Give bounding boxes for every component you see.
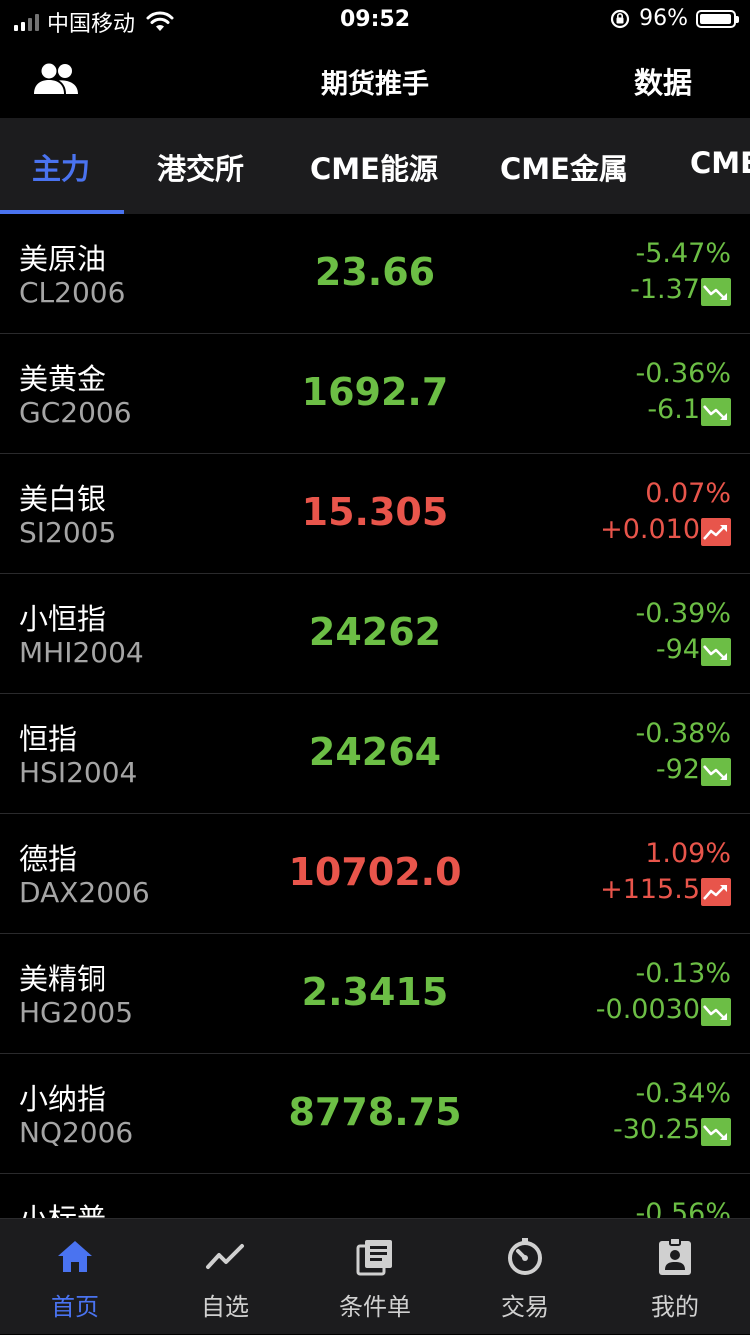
data-button[interactable]: 数据: [634, 60, 692, 102]
change-percent: -0.39%: [635, 598, 731, 629]
quote-row[interactable]: 德指 DAX2006 10702.0 1.09% +115.5: [0, 814, 750, 934]
home-icon: [58, 1241, 92, 1272]
change-percent: -0.38%: [635, 718, 731, 749]
trend-down-icon: [701, 758, 731, 786]
change-percent: -0.36%: [635, 358, 731, 389]
tabbar-label: 我的: [651, 1293, 699, 1321]
trend-down-icon: [701, 638, 731, 666]
change-percent: -0.34%: [635, 1078, 731, 1109]
quote-row[interactable]: 恒指 HSI2004 24264 -0.38% -92: [0, 694, 750, 814]
bottom-tab-bar: 首页 自选 条件单 交易 我的: [0, 1218, 750, 1334]
change-percent: 0.07%: [645, 478, 731, 509]
quote-row[interactable]: 小恒指 MHI2004 24262 -0.39% -94: [0, 574, 750, 694]
quote-list: 美原油 CL2006 23.66 -5.47% -1.37 美黄金 GC2006 1692.7…: [0, 214, 750, 1218]
orientation-lock-icon: [610, 9, 630, 28]
trend-up-icon: [701, 878, 731, 906]
instrument-name: 小标普: [19, 1196, 106, 1218]
change-percent: -0.13%: [635, 958, 731, 989]
trend-down-icon: [701, 278, 731, 306]
tabbar-orders[interactable]: 条件单: [300, 1219, 450, 1335]
quote-row[interactable]: 美原油 CL2006 23.66 -5.47% -1.37: [0, 214, 750, 334]
tab-main[interactable]: 主力: [32, 146, 90, 188]
battery-percent: 96%: [639, 6, 688, 31]
trend-down-icon: [701, 998, 731, 1026]
trend-up-icon: [701, 518, 731, 546]
tabbar-home[interactable]: 首页: [0, 1219, 150, 1335]
change-value: +115.5: [600, 874, 700, 905]
tab-cme-energy[interactable]: CME能源: [310, 146, 438, 188]
change-percent: -0.56%: [635, 1198, 731, 1218]
change-value: -92: [655, 754, 700, 785]
quote-row[interactable]: 小纳指 NQ2006 8778.75 -0.34% -30.25: [0, 1054, 750, 1174]
change-percent: 1.09%: [645, 838, 731, 869]
tabbar-label: 条件单: [339, 1293, 411, 1321]
quote-row[interactable]: 美白银 SI2005 15.305 0.07% +0.010: [0, 454, 750, 574]
change-value: -30.25: [612, 1114, 700, 1145]
tabbar-label: 首页: [51, 1293, 99, 1321]
change-value: -1.37: [630, 274, 700, 305]
quote-row[interactable]: 小标普ES2006-0.56%: [0, 1174, 750, 1218]
market-tabs: 主力 港交所 CME能源 CME金属 CME: [0, 118, 750, 214]
change-value: +0.010: [600, 514, 700, 545]
battery-level: [700, 13, 731, 24]
orders-icon: [356, 1240, 392, 1276]
change-value: -94: [655, 634, 700, 665]
timer-icon: [508, 1238, 542, 1275]
tabbar-label: 自选: [201, 1293, 249, 1321]
chart-line-icon: [206, 1244, 244, 1269]
tab-hkex[interactable]: 港交所: [157, 146, 244, 188]
tabbar-label: 交易: [501, 1293, 549, 1321]
status-bar: 中国移动 09:52 96%: [0, 0, 750, 40]
trend-down-icon: [701, 1118, 731, 1146]
trend-down-icon: [701, 398, 731, 426]
battery-icon: [696, 9, 739, 28]
change-value: -6.1: [647, 394, 700, 425]
change-percent: -5.47%: [635, 238, 731, 269]
tabbar-trade[interactable]: 交易: [450, 1219, 600, 1335]
tabbar-watchlist[interactable]: 自选: [150, 1219, 300, 1335]
tab-cme[interactable]: CME: [690, 146, 750, 180]
tab-cme-metals[interactable]: CME金属: [500, 146, 628, 188]
change-value: -0.0030: [595, 994, 700, 1025]
quote-row[interactable]: 美精铜 HG2005 2.3415 -0.13% -0.0030: [0, 934, 750, 1054]
nav-bar: 期货推手 数据: [0, 40, 750, 118]
profile-icon: [659, 1237, 691, 1275]
status-right: 96%: [609, 6, 739, 31]
tabbar-profile[interactable]: 我的: [600, 1219, 750, 1335]
quote-row[interactable]: 美黄金 GC2006 1692.7 -0.36% -6.1: [0, 334, 750, 454]
